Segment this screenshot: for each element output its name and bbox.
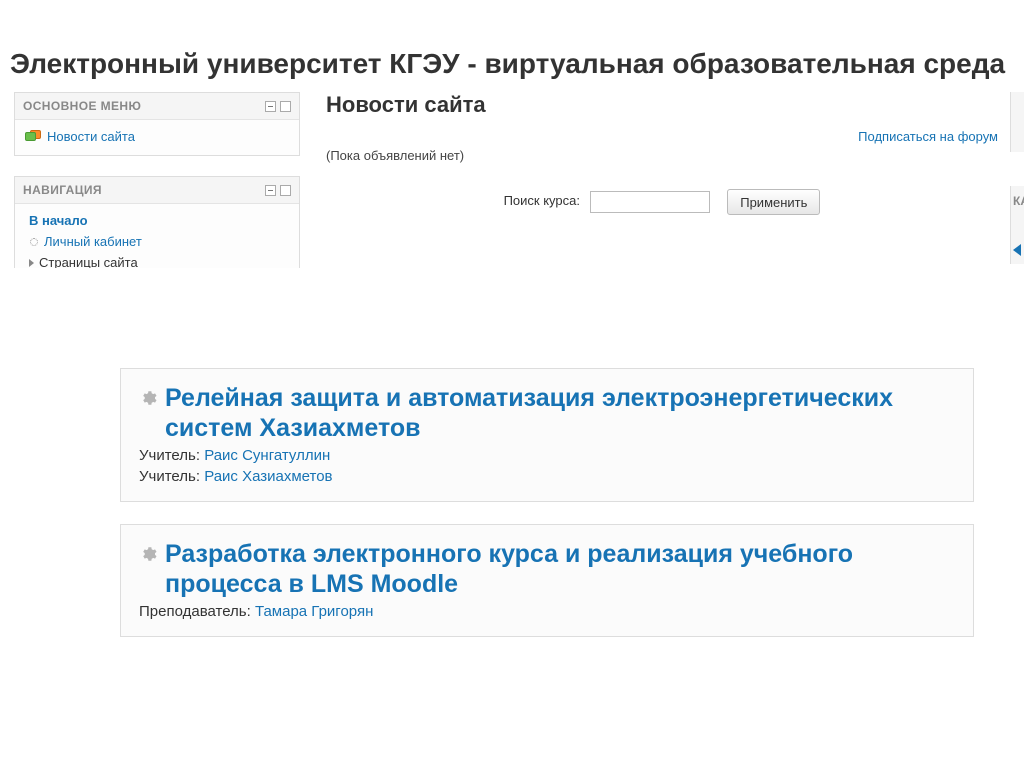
course-title-link[interactable]: Релейная защита и автоматизация электроэ… [165, 383, 955, 443]
dock-icon[interactable] [280, 101, 291, 112]
no-announcements: (Пока объявлений нет) [326, 148, 998, 163]
gear-icon [139, 389, 157, 407]
course-card: Разработка электронного курса и реализац… [120, 524, 974, 637]
calendar-block-stub: КАЛ [1010, 186, 1024, 264]
search-label: Поиск курса: [504, 193, 580, 208]
nav-site-pages-label: Страницы сайта [39, 255, 138, 268]
block-header-actions [265, 101, 291, 112]
teacher-line: Учитель: Раис Сунгатуллин [139, 447, 955, 464]
subscribe-link[interactable]: Подписаться на форум [858, 129, 998, 144]
right-column: КАЛ [1010, 92, 1024, 264]
prev-month-icon[interactable] [1013, 244, 1021, 256]
center-column: Новости сайта Подписаться на форум (Пока… [310, 92, 1010, 215]
right-block-stub-1 [1010, 92, 1024, 152]
teacher-link[interactable]: Раис Хазиахметов [204, 468, 332, 485]
bullet-icon [29, 237, 39, 247]
block-header-actions [265, 185, 291, 196]
course-card: Релейная защита и автоматизация электроэ… [120, 368, 974, 502]
gear-icon [139, 545, 157, 563]
dock-icon[interactable] [280, 185, 291, 196]
navigation-body: В начало Личный кабинет Страницы сайта [15, 203, 299, 268]
nav-home-label: В начало [29, 213, 88, 228]
teacher-link[interactable]: Тамара Григорян [255, 603, 373, 620]
courses-list: Релейная защита и автоматизация электроэ… [0, 368, 1024, 637]
top-area: ОСНОВНОЕ МЕНЮ Новости сайта НАВИГАЦИЯ [0, 92, 1024, 288]
navigation-header: НАВИГАЦИЯ [15, 177, 299, 203]
main-menu-title: ОСНОВНОЕ МЕНЮ [23, 99, 141, 113]
teacher-role-label: Учитель: [139, 447, 200, 464]
teacher-link[interactable]: Раис Сунгатуллин [204, 447, 330, 464]
course-search-input[interactable] [590, 191, 710, 213]
course-title-row: Разработка электронного курса и реализац… [139, 539, 955, 599]
left-column: ОСНОВНОЕ МЕНЮ Новости сайта НАВИГАЦИЯ [0, 92, 310, 288]
forum-icon [25, 130, 41, 144]
subscribe-row: Подписаться на форум [326, 128, 998, 146]
news-heading: Новости сайта [326, 92, 998, 118]
navigation-block: НАВИГАЦИЯ В начало Личный кабинет [14, 176, 300, 268]
calendar-prev-row [1013, 244, 1024, 256]
apply-button[interactable]: Применить [727, 189, 820, 215]
teacher-role-label: Преподаватель: [139, 603, 251, 620]
teacher-line: Преподаватель: Тамара Григорян [139, 603, 955, 620]
expand-icon [29, 259, 34, 267]
course-title-link[interactable]: Разработка электронного курса и реализац… [165, 539, 955, 599]
teacher-role-label: Учитель: [139, 468, 200, 485]
collapse-icon[interactable] [265, 101, 276, 112]
calendar-header: КАЛ [1013, 194, 1024, 208]
main-menu-block: ОСНОВНОЕ МЕНЮ Новости сайта [14, 92, 300, 156]
site-news-link[interactable]: Новости сайта [47, 129, 135, 144]
navigation-title: НАВИГАЦИЯ [23, 183, 102, 197]
menu-item-site-news[interactable]: Новости сайта [25, 126, 289, 147]
main-menu-header: ОСНОВНОЕ МЕНЮ [15, 93, 299, 119]
nav-site-pages[interactable]: Страницы сайта [25, 252, 289, 268]
nav-home[interactable]: В начало [25, 210, 289, 231]
collapse-icon[interactable] [265, 185, 276, 196]
nav-personal-link[interactable]: Личный кабинет [44, 234, 142, 249]
nav-personal[interactable]: Личный кабинет [25, 231, 289, 252]
page-title: Электронный университет КГЭУ - виртуальн… [0, 0, 1024, 92]
nav-list: В начало Личный кабинет Страницы сайта [25, 210, 289, 268]
course-title-row: Релейная защита и автоматизация электроэ… [139, 383, 955, 443]
course-search-row: Поиск курса: Применить [326, 189, 998, 215]
teacher-line: Учитель: Раис Хазиахметов [139, 468, 955, 485]
main-menu-body: Новости сайта [15, 119, 299, 155]
